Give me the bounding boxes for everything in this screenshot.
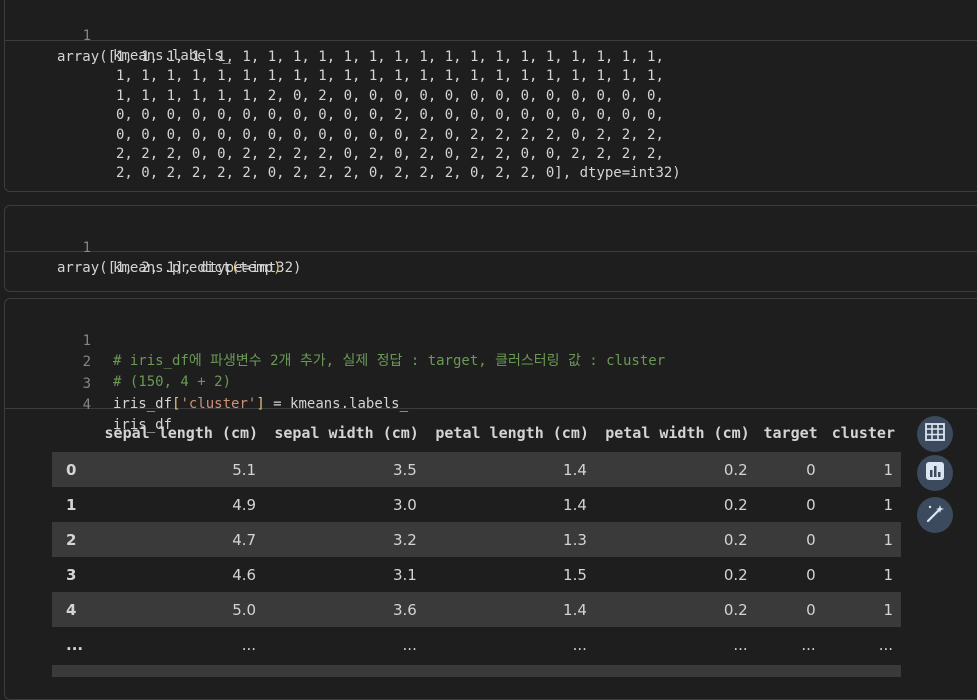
index-header — [52, 414, 94, 452]
code-assign: = kmeans.labels_ — [264, 396, 409, 412]
table-cell: 1 — [823, 452, 901, 487]
table-cell: 0 — [755, 487, 824, 522]
row-index: 1 — [52, 487, 94, 522]
table-cell: 0.2 — [594, 522, 756, 557]
code-cell-2[interactable]: 1 kmeans.predict(temp) array([1, 2, 1], … — [4, 205, 977, 292]
table-cell: 3.1 — [264, 557, 425, 592]
table-cell: ... — [94, 627, 265, 662]
table-cell: 1.4 — [424, 592, 595, 627]
row-index: 2 — [52, 522, 94, 557]
table-cell: 5.0 — [94, 592, 265, 627]
column-header: target — [763, 424, 818, 442]
table-cell: 3.6 — [264, 592, 425, 627]
table-row: 2 4.7 3.2 1.3 0.2 0 1 — [52, 522, 901, 557]
table-cell: 0 — [755, 557, 824, 592]
table-cell: 1 — [823, 592, 901, 627]
column-header: sepal width (cm) — [274, 424, 419, 442]
generate-code-button[interactable] — [917, 497, 953, 533]
row-index: 4 — [52, 592, 94, 627]
table-cell: 0 — [755, 592, 824, 627]
table-cell: 1.5 — [424, 557, 595, 592]
table-row: 4 5.0 3.6 1.4 0.2 0 1 — [52, 592, 901, 627]
table-cell: ... — [424, 627, 595, 662]
table-cell: ... — [823, 627, 901, 662]
suggest-charts-button[interactable] — [917, 455, 953, 491]
table-cell: 5.1 — [94, 452, 265, 487]
table-cell: ... — [264, 627, 425, 662]
table-cell: 3.0 — [264, 487, 425, 522]
column-header: petal length (cm) — [435, 424, 589, 442]
table-cell: 3.5 — [264, 452, 425, 487]
code-text[interactable]: iris_df['cluster'] = kmeans.labels_ — [113, 394, 408, 414]
cell-output: array([1, 2, 1], dtype=int32) — [57, 260, 302, 276]
convert-to-interactive-table-button[interactable] — [917, 416, 953, 452]
table-cell: 4.7 — [94, 522, 265, 557]
table-cell: ... — [755, 627, 824, 662]
table-cell: 0 — [755, 522, 824, 557]
row-index: 3 — [52, 557, 94, 592]
table-header-row: sepal length (cm) sepal width (cm) petal… — [52, 414, 901, 452]
table-row-partial — [52, 665, 901, 677]
table-cell: 1 — [823, 522, 901, 557]
bracket-close: ] — [256, 396, 265, 412]
dataframe-table: sepal length (cm) sepal width (cm) petal… — [52, 414, 901, 662]
table-cell: 4.6 — [94, 557, 265, 592]
column-header: petal width (cm) — [605, 424, 750, 442]
table-row: 3 4.6 3.1 1.5 0.2 0 1 — [52, 557, 901, 592]
chart-icon — [924, 460, 946, 486]
table-cell: 1 — [823, 487, 901, 522]
code-var: iris_df — [113, 396, 173, 412]
code-cell-1[interactable]: 1 kmeans.labels_ array([1, 1, 1, 1, 1, 1… — [4, 0, 977, 192]
table-cell: 1 — [823, 557, 901, 592]
table-row: 1 4.9 3.0 1.4 0.2 0 1 — [52, 487, 901, 522]
table-cell: 0.2 — [594, 592, 756, 627]
table-cell: 4.9 — [94, 487, 265, 522]
code-string: 'cluster' — [180, 396, 257, 412]
column-header: sepal length (cm) — [104, 424, 259, 442]
table-cell: 0.2 — [594, 452, 756, 487]
table-cell: 0 — [755, 452, 824, 487]
table-icon — [924, 421, 946, 447]
column-header: cluster — [831, 424, 895, 442]
table-cell: ... — [594, 627, 756, 662]
row-index: ... — [52, 627, 94, 662]
table-cell: 1.4 — [424, 487, 595, 522]
table-cell: 1.3 — [424, 522, 595, 557]
line-number: 4 — [82, 397, 91, 413]
table-row: ... ... ... ... ... ... ... — [52, 627, 901, 662]
cell-output: array([1, 1, 1, 1, 1, 1, 1, 1, 1, 1, 1, … — [57, 49, 681, 182]
line-number: 1 — [82, 240, 91, 256]
table-cell: 0.2 — [594, 487, 756, 522]
table-cell: 0.2 — [594, 557, 756, 592]
table-row: 0 5.1 3.5 1.4 0.2 0 1 — [52, 452, 901, 487]
line-number: 1 — [82, 28, 91, 44]
table-cell: 1.4 — [424, 452, 595, 487]
row-index: 0 — [52, 452, 94, 487]
table-cell: 3.2 — [264, 522, 425, 557]
magic-wand-icon — [924, 502, 946, 528]
